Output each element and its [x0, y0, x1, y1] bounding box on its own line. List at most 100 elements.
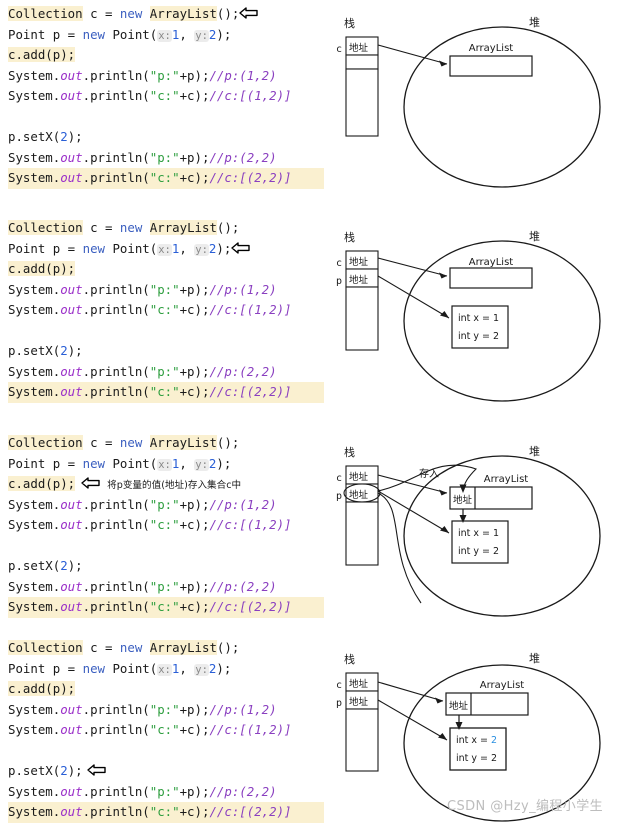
code-line-8: System.out.println("p:"+p);//p:(2,2) — [8, 362, 326, 383]
token-comment: //p:(1,2) — [209, 701, 277, 717]
token-tail: ); — [67, 129, 83, 144]
token-add: c.add(p); — [8, 681, 76, 696]
token-comment: //p:(1,2) — [209, 281, 277, 297]
token-field: out — [60, 281, 83, 297]
token-comment: //c:[(1,2)] — [209, 88, 292, 103]
token-args: +p); — [179, 281, 210, 297]
var-c-label: c — [336, 44, 342, 55]
var-c-label: c — [336, 680, 342, 691]
token-sep: , — [179, 660, 195, 676]
token-args: +c); — [179, 517, 210, 532]
code-line-7: p.setX(2); — [8, 761, 326, 782]
token-field: out — [60, 722, 83, 737]
code-line-7: p.setX(2); — [8, 341, 326, 362]
token-new: new — [82, 660, 105, 676]
token-field: out — [60, 804, 83, 819]
token-pre: System. — [8, 578, 61, 594]
code-line-1: Collection c = new ArrayList(); — [8, 433, 326, 454]
token-mid: .println( — [82, 496, 150, 512]
code-line-4: System.out.println("p:"+p);//p:(1,2) — [8, 280, 326, 301]
token-comment: //p:(2,2) — [209, 149, 277, 165]
stack-slot-c-text: 地址 — [349, 42, 369, 54]
token-mid: .println( — [82, 170, 150, 185]
token-pre: System. — [8, 170, 61, 185]
token-args: +c); — [179, 384, 210, 399]
token-field: out — [60, 701, 83, 717]
token-tail: ); — [216, 455, 232, 471]
point-x-text: int x = 1 — [458, 313, 499, 324]
token-var: c = — [82, 220, 120, 235]
var-p-label: p — [336, 276, 342, 287]
stack-label: 栈 — [344, 16, 355, 30]
code-block-3: Collection c = new ArrayList(); Point p … — [8, 433, 326, 618]
token-comment: //c:[(1,2)] — [209, 517, 292, 532]
arrowhead-c — [439, 489, 447, 496]
stack-slot-c-text: 地址 — [349, 256, 369, 268]
token-tail: ); — [216, 240, 232, 256]
token-args: +c); — [179, 302, 210, 317]
token-ctor: ArrayList — [149, 640, 217, 655]
token-pre: p.setX( — [8, 763, 61, 778]
point-y-text: int y = 2 — [458, 546, 499, 557]
token-pre: System. — [8, 804, 61, 819]
stack-body — [345, 68, 379, 137]
code-line-9: System.out.println("c:"+c);//c:[(2,2)] — [8, 597, 324, 618]
point-x-text: int x = 2 — [456, 735, 497, 746]
panel-1: Collection c = new ArrayList(); Point p … — [0, 4, 640, 204]
token-tail: ); — [67, 343, 83, 358]
stack-label: 栈 — [344, 652, 355, 666]
param-hint-x: x: — [157, 243, 172, 256]
heap-label: 堆 — [529, 652, 540, 665]
code-line-8: System.out.println("p:"+p);//p:(2,2) — [8, 577, 326, 598]
token-pre: System. — [8, 384, 61, 399]
token-mid: .println( — [82, 363, 150, 379]
token-pre: System. — [8, 67, 61, 83]
token-ctor: Point( — [105, 660, 158, 676]
token-string: "c:" — [149, 599, 180, 614]
token-string: "p:" — [149, 578, 180, 594]
token-args: +c); — [179, 722, 210, 737]
token-args: +p); — [179, 783, 210, 799]
token-string: "c:" — [149, 804, 180, 819]
token-mid: .println( — [82, 302, 150, 317]
token-type: Collection — [8, 6, 83, 21]
token-add: c.add(p); — [8, 47, 76, 62]
token-mid: .println( — [82, 578, 150, 594]
token-ctor: ArrayList — [149, 435, 217, 450]
token-comment: //p:(1,2) — [209, 67, 277, 83]
token-comment: //p:(2,2) — [209, 363, 277, 379]
token-ctor: Point( — [105, 26, 158, 42]
token-new: new — [119, 220, 143, 235]
token-comment: //p:(2,2) — [209, 578, 277, 594]
param-hint-x: x: — [157, 458, 172, 471]
code-line-9: System.out.println("c:"+c);//c:[(2,2)] — [8, 802, 324, 823]
stack-body — [345, 708, 379, 772]
token-pre: System. — [8, 281, 61, 297]
point-y-text: int y = 2 — [456, 753, 497, 764]
token-add: c.add(p); — [8, 261, 76, 276]
param-hint-y: y: — [194, 458, 209, 471]
token-tail: ); — [67, 558, 83, 573]
token-mid: .println( — [82, 722, 150, 737]
arrowhead-p — [438, 733, 447, 740]
token-comment: //c:[(2,2)] — [209, 170, 292, 185]
token-field: out — [60, 517, 83, 532]
stack-slot-empty-1 — [345, 54, 379, 70]
stack-slot-p-text: 地址 — [349, 489, 369, 501]
code-line-2: Point p = new Point(x:1, y:2); — [8, 25, 326, 46]
code-line-1: Collection c = new ArrayList(); — [8, 218, 326, 239]
token-args: +c); — [179, 804, 210, 819]
token-field: out — [60, 170, 83, 185]
code-line-4: System.out.println("p:"+p);//p:(1,2) — [8, 66, 326, 87]
token-pre: System. — [8, 88, 61, 103]
token-comment: //p:(1,2) — [209, 496, 277, 512]
token-num: 2 — [60, 343, 68, 358]
token-var: c = — [82, 6, 120, 21]
token-args: +p); — [179, 578, 210, 594]
token-tail: (); — [216, 6, 240, 21]
left-arrow-pointer-icon — [81, 476, 101, 490]
token-mid: .println( — [82, 67, 150, 83]
arrowhead-c — [439, 272, 447, 279]
param-hint-y: y: — [194, 29, 209, 42]
